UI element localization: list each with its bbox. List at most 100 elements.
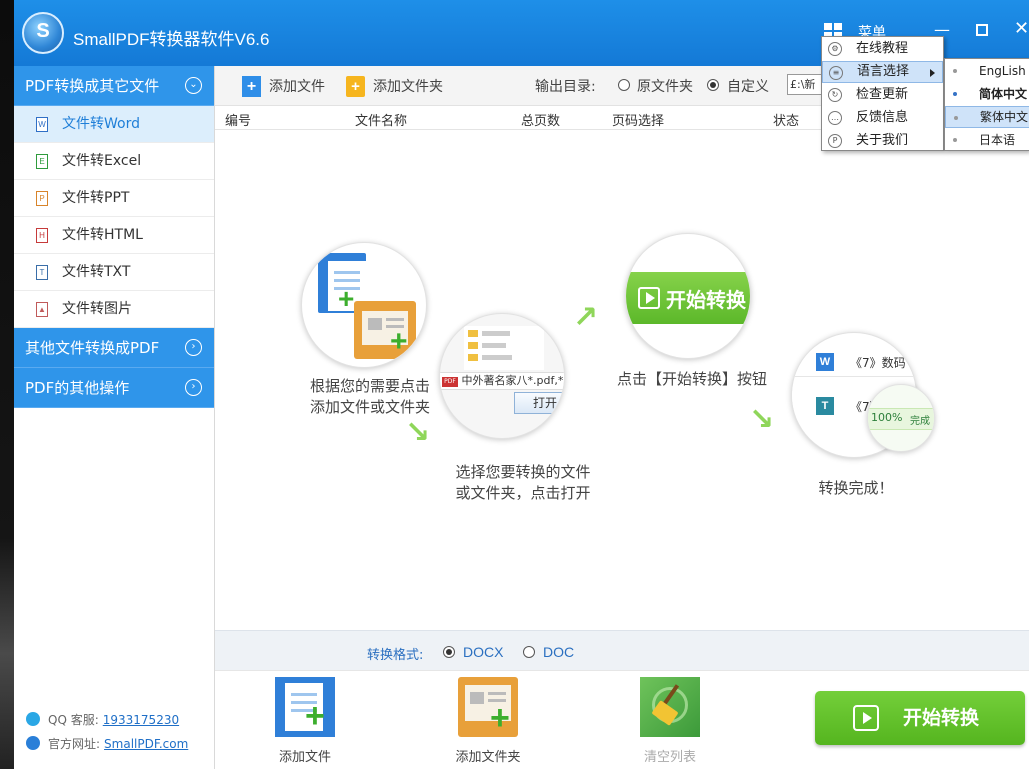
website-link[interactable]: SmallPDF.com: [104, 737, 188, 751]
file-name-row: PDF 中外著名家八*.pdf,*.: [440, 372, 565, 390]
illus-file-ext: 八*.pdf,*.: [516, 374, 565, 387]
step4-text: 转换完成！: [818, 479, 894, 497]
start-conversion-label: 开始转换: [903, 707, 980, 729]
desktop-background: [0, 0, 14, 769]
play-icon: [853, 705, 879, 731]
illus-start-banner: 开始转换: [626, 272, 750, 324]
menu-item-label: 在线教程: [856, 41, 909, 56]
image-file-icon: ▲: [36, 302, 48, 317]
language-traditional-chinese[interactable]: 繁体中文: [945, 106, 1029, 128]
bottom-add-folder-button[interactable]: + 添加文件夹: [438, 677, 538, 765]
sidebar-item-to-txt[interactable]: T 文件转TXT: [14, 254, 214, 291]
docx-label: DOCX: [463, 644, 504, 660]
add-folder-icon: +: [346, 76, 365, 97]
add-folder-button[interactable]: + 添加文件夹: [346, 76, 443, 98]
docx-radio[interactable]: [443, 646, 455, 658]
sidebar-category-pdf-to-other[interactable]: PDF转换成其它文件 ⌄: [14, 66, 214, 106]
add-file-icon: +: [275, 677, 335, 737]
menu-item-tutorial[interactable]: ⚙ 在线教程: [822, 38, 943, 60]
excel-file-icon: E: [36, 154, 48, 169]
sidebar-item-label: 文件转HTML: [62, 227, 143, 243]
sidebar-item-to-excel[interactable]: E 文件转Excel: [14, 143, 214, 180]
sidebar-item-label: 文件转PPT: [62, 190, 130, 206]
sidebar-category-label: 其他文件转换成PDF: [25, 339, 160, 357]
menu-item-check-update[interactable]: ↻ 检查更新: [822, 84, 943, 106]
source-folder-radio[interactable]: [618, 79, 630, 91]
bottom-bar: + 添加文件 + 添加文件夹 清空列表 开始转换: [215, 670, 1029, 769]
txt-file-icon: T: [36, 265, 48, 280]
refresh-icon: ↻: [828, 88, 842, 102]
step2-text: 选择您要转换的文件 或文件夹，点击打开: [455, 463, 591, 502]
chat-icon: …: [828, 111, 842, 125]
close-button[interactable]: ✕: [1014, 18, 1029, 40]
selected-bullet-icon: [953, 92, 957, 96]
txt-icon: T: [816, 397, 834, 415]
col-status: 状态: [773, 114, 800, 129]
sidebar-category-other-to-pdf[interactable]: 其他文件转换成PDF ›: [14, 328, 214, 368]
bullet-icon: [953, 69, 957, 73]
bullet-icon: [954, 116, 958, 120]
sidebar-item-to-ppt[interactable]: P 文件转PPT: [14, 180, 214, 217]
menu-item-label: 反馈信息: [856, 110, 909, 125]
sidebar-category-label: PDF转换成其它文件: [25, 77, 160, 95]
bottom-add-file-button[interactable]: + 添加文件: [255, 677, 355, 765]
plus-icon: +: [338, 283, 355, 314]
clear-list-label: 清空列表: [643, 750, 696, 765]
doc-radio[interactable]: [523, 646, 535, 658]
col-index: 编号: [225, 114, 252, 129]
instruction-panel: + + 根据您的需要点击 添加文件或文件夹 ↘ PDF 中外著名家八*.pdf,…: [215, 130, 1029, 630]
sidebar-item-to-html[interactable]: H 文件转HTML: [14, 217, 214, 254]
word-icon: W: [816, 353, 834, 371]
illus-file-name: 中外著名家: [461, 374, 517, 387]
menu-item-feedback[interactable]: … 反馈信息: [822, 107, 943, 129]
collapse-icon: ⌄: [185, 77, 202, 94]
website-contact: 官方网址: SmallPDF.com: [26, 735, 188, 752]
language-label: 日本语: [979, 133, 1016, 147]
illus-open-button: 打开: [514, 392, 564, 414]
language-simplified-chinese[interactable]: 简体中文: [945, 83, 1029, 105]
clear-list-button[interactable]: 清空列表: [620, 677, 720, 765]
output-dir-label: 输出目录:: [535, 79, 596, 95]
sidebar-item-label: 文件转图片: [62, 301, 132, 317]
qq-icon: [26, 712, 40, 726]
submenu-arrow-icon: [930, 69, 935, 77]
sidebar-item-to-image[interactable]: ▲ 文件转图片: [14, 291, 214, 328]
format-bar: 转换格式: DOCX DOC: [215, 630, 1029, 670]
sidebar-category-pdf-ops[interactable]: PDF的其他操作 ›: [14, 368, 214, 408]
menu-item-label: 语言选择: [857, 64, 910, 79]
word-file-icon: W: [36, 117, 48, 132]
menu-item-language[interactable]: ≡ 语言选择: [822, 61, 943, 83]
browser-icon: [26, 736, 40, 750]
start-conversion-button[interactable]: 开始转换: [815, 691, 1025, 745]
language-icon: ≡: [829, 66, 843, 80]
progress-bubble: 100% 完成: [867, 384, 935, 452]
menu-item-about[interactable]: P 关于我们: [822, 130, 943, 152]
app-title: SmallPDF转换器软件V6.6: [73, 30, 270, 49]
broom-icon: [640, 677, 700, 737]
custom-folder-label: 自定义: [727, 79, 769, 95]
step3-illustration: 开始转换: [625, 233, 751, 359]
maximize-button[interactable]: [976, 24, 988, 36]
col-filename: 文件名称: [355, 114, 408, 129]
html-file-icon: H: [36, 228, 48, 243]
bullet-icon: [953, 138, 957, 142]
doc-label: DOC: [543, 644, 575, 660]
sidebar-item-to-word[interactable]: W 文件转Word: [14, 106, 214, 143]
illus-doc-row: W 《7》数码: [792, 347, 916, 377]
language-label: 简体中文: [979, 87, 1028, 101]
sidebar-category-label: PDF的其他操作: [25, 379, 130, 397]
expand-icon: ›: [185, 379, 202, 396]
sidebar-item-label: 文件转TXT: [62, 264, 131, 280]
main-menu-dropdown: ⚙ 在线教程 ≡ 语言选择 ↻ 检查更新 … 反馈信息 P 关于我们: [821, 36, 944, 151]
qq-number-link[interactable]: 1933175230: [103, 713, 179, 727]
sidebar-item-label: 文件转Word: [62, 116, 140, 132]
illus-done: 完成: [910, 416, 930, 427]
language-english[interactable]: EngLish: [945, 60, 1029, 82]
ppt-file-icon: P: [36, 191, 48, 206]
language-japanese[interactable]: 日本语: [945, 129, 1029, 151]
custom-folder-radio[interactable]: [707, 79, 719, 91]
add-file-button[interactable]: + 添加文件: [242, 76, 325, 98]
website-label: 官方网址:: [48, 737, 101, 751]
source-folder-label: 原文件夹: [637, 79, 693, 95]
language-label: 繁体中文: [980, 110, 1029, 124]
